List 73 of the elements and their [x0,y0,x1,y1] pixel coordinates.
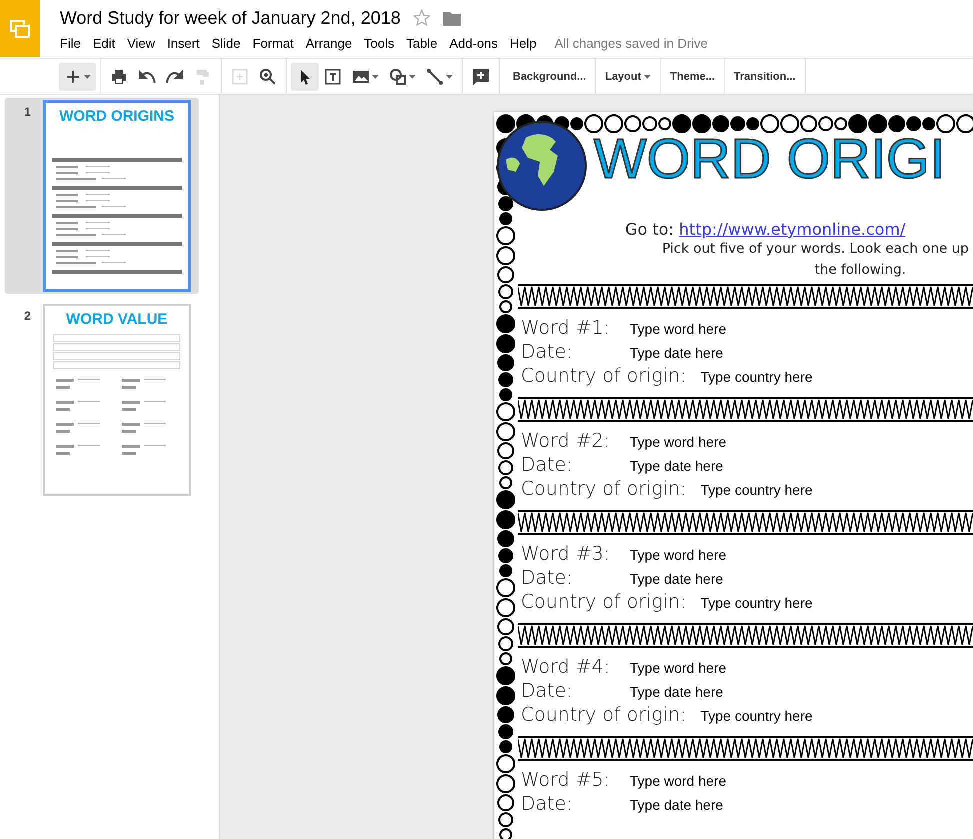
menu-item[interactable]: Tools [358,34,401,53]
text-field[interactable]: Type country here [700,482,813,498]
caret-icon [372,74,379,78]
menu-item[interactable]: Add-ons [444,34,504,53]
toolbar-button[interactable]: Theme... [661,59,726,94]
toolbar-button[interactable]: Background... [504,59,596,94]
paint-roller-icon [194,68,212,86]
field-label: Country of origin: [521,365,687,387]
field-label: Date: [521,454,574,476]
instructions-text: Pick out five of your words. Look each one up [661,240,970,259]
menu-item[interactable]: Insert [161,34,206,53]
redo-icon [166,68,184,86]
slide-number: 1 [23,104,32,121]
caret-icon [409,74,416,78]
printer-icon [110,68,128,86]
toolbar-button[interactable]: Transition... [725,59,806,94]
frame-icon [231,68,249,86]
text-field[interactable]: Type date here [630,797,724,813]
text-field[interactable]: Type date here [630,345,724,361]
caret-icon [446,74,453,78]
slide-number: 2 [23,308,32,325]
text-field[interactable]: Type word here [630,773,726,789]
menu-item[interactable]: Arrange [300,34,358,53]
goto-line: Go to: http://www.etymonline.com/ [624,220,907,239]
undo-icon [138,68,156,86]
caret-icon [644,74,652,78]
field-label: Country of origin: [521,591,687,613]
text-field[interactable]: Type word here [630,434,726,450]
field-label: Word #5: [521,769,612,791]
field-label: Word #3: [521,543,612,565]
folder-icon[interactable] [442,10,461,26]
menu-item[interactable]: Edit [86,34,122,53]
slide-title: WORD ORIGI [594,126,946,192]
field-label: Word #1: [521,317,612,339]
menu-item[interactable]: File [60,34,87,53]
menu-item[interactable]: View [121,34,162,53]
text-field[interactable]: Type country here [700,595,813,611]
menu-item[interactable]: Table [400,34,444,53]
text-field[interactable]: Type country here [700,708,813,724]
text-field[interactable]: Type word here [630,547,726,563]
zoom-in-icon [259,68,277,86]
menu-item[interactable]: Help [504,34,543,53]
line-icon [426,68,444,86]
thumbnail-title: WORD ORIGINS [60,108,174,125]
text-field[interactable]: Type word here [630,660,726,676]
text-field[interactable]: Type date here [630,571,724,587]
menu-item[interactable]: Format [246,34,300,53]
document-title[interactable]: Word Study for week of January 2nd, 2018 [60,8,401,28]
field-label: Country of origin: [521,704,687,726]
text-field[interactable]: Type country here [700,369,813,385]
field-label: Country of origin: [521,478,687,500]
field-label: Date: [521,341,574,363]
field-label: Date: [521,793,574,815]
field-label: Word #2: [521,430,612,452]
toolbar-button[interactable]: Layout [596,59,662,94]
save-status: All changes saved in Drive [554,36,708,51]
text-box-icon [324,68,342,86]
field-label: Word #4: [521,656,612,678]
text-field[interactable]: Type date here [630,458,724,474]
field-label: Date: [521,567,574,589]
star-icon[interactable] [412,9,431,27]
add-comment-icon [472,68,490,86]
thumbnail-title: WORD VALUE [66,311,168,328]
caret-icon [84,74,91,78]
website-link[interactable]: http://www.etymonline.com/ [679,220,906,239]
select-tool-button[interactable] [291,62,319,90]
field-label: Date: [521,680,574,702]
shapes-icon [389,68,407,86]
new-tool-button[interactable] [59,62,96,90]
menu-item[interactable]: Slide [206,34,247,53]
text-field[interactable]: Type date here [630,684,724,700]
instructions-text: the following. [814,261,908,280]
text-field[interactable]: Type word here [630,321,726,337]
